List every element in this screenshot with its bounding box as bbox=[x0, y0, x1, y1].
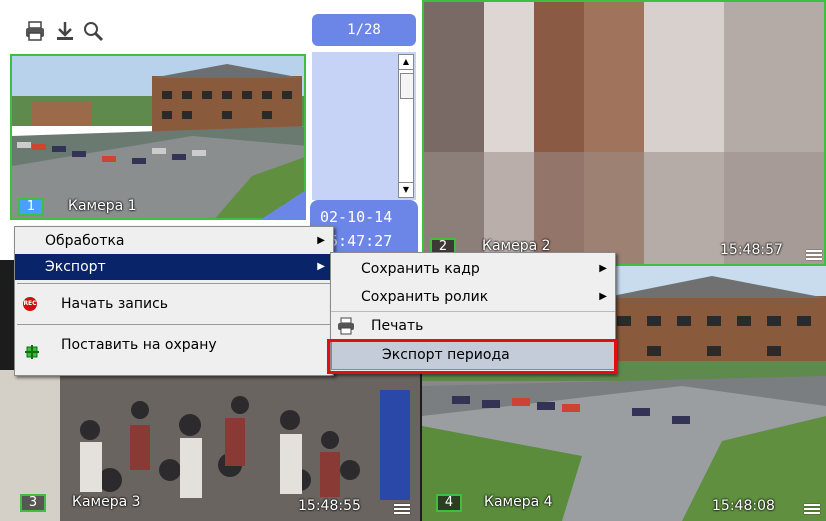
search-icon[interactable] bbox=[82, 20, 104, 42]
camera-1-cell[interactable]: 1 Камера 1 bbox=[0, 0, 310, 260]
camera-4-menu-icon[interactable] bbox=[804, 502, 820, 516]
camera-2-cell[interactable]: 2 Камера 2 15:48:57 bbox=[422, 0, 826, 266]
camera-4-name: Камера 4 bbox=[484, 494, 553, 510]
download-icon[interactable] bbox=[54, 20, 76, 42]
menu-item-print[interactable]: Печать bbox=[331, 311, 615, 340]
menu-item-export-label: Экспорт bbox=[45, 259, 106, 275]
camera-3-menu-icon[interactable] bbox=[394, 502, 410, 516]
menu-item-export[interactable]: Экспорт ▶ bbox=[15, 254, 333, 280]
submenu-arrow-icon: ▶ bbox=[599, 263, 607, 274]
submenu-arrow-icon: ▶ bbox=[317, 235, 325, 246]
timeline-panel: 1/28 ▲ ▼ 02-10-14 15:47:27 bbox=[310, 0, 422, 260]
camera-3-number: 3 bbox=[20, 494, 46, 512]
camera-3-name: Камера 3 bbox=[72, 494, 141, 510]
menu-item-arm-label: Поставить на охрану bbox=[61, 337, 217, 353]
timeline-track[interactable]: ▲ ▼ bbox=[312, 52, 416, 200]
camera-3-cell[interactable]: 3 Камера 3 15:48:55 bbox=[0, 370, 420, 521]
print-icon bbox=[337, 317, 355, 335]
menu-item-print-label: Печать bbox=[371, 318, 424, 334]
context-menu: Обработка ▶ Экспорт ▶ REC Начать запись … bbox=[14, 226, 334, 376]
camera-1-number: 1 bbox=[18, 198, 44, 216]
menu-item-export-period[interactable]: Экспорт периода bbox=[331, 340, 615, 370]
export-submenu: Сохранить кадр ▶ Сохранить ролик ▶ Печат… bbox=[330, 252, 616, 374]
menu-item-save-frame[interactable]: Сохранить кадр ▶ bbox=[331, 255, 615, 283]
menu-item-save-frame-label: Сохранить кадр bbox=[361, 261, 480, 277]
menu-item-processing[interactable]: Обработка ▶ bbox=[15, 228, 333, 254]
menu-item-export-period-label: Экспорт периода bbox=[382, 347, 510, 363]
camera-4-time: 15:48:08 bbox=[712, 498, 775, 514]
arm-icon bbox=[25, 338, 39, 359]
menu-item-arm[interactable]: Поставить на охрану bbox=[15, 328, 333, 362]
date-label: 02-10-14 bbox=[320, 208, 393, 226]
camera-1-name: Камера 1 bbox=[68, 198, 137, 214]
menu-item-processing-label: Обработка bbox=[45, 233, 125, 249]
menu-item-save-clip-label: Сохранить ролик bbox=[361, 289, 489, 305]
record-icon: REC bbox=[23, 297, 37, 311]
camera-2-menu-icon[interactable] bbox=[806, 248, 822, 262]
camera-1-corner bbox=[260, 190, 306, 220]
print-icon[interactable] bbox=[24, 20, 46, 42]
menu-item-start-recording[interactable]: REC Начать запись bbox=[15, 287, 333, 321]
scrollbar[interactable]: ▲ ▼ bbox=[398, 54, 414, 198]
menu-separator bbox=[17, 324, 331, 325]
camera-4-number: 4 bbox=[436, 494, 462, 512]
camera-3-time: 15:48:55 bbox=[298, 498, 361, 514]
menu-separator bbox=[17, 283, 331, 284]
camera-2-time: 15:48:57 bbox=[720, 242, 783, 258]
menu-item-start-recording-label: Начать запись bbox=[61, 296, 169, 312]
submenu-arrow-icon: ▶ bbox=[317, 261, 325, 272]
submenu-arrow-icon: ▶ bbox=[599, 291, 607, 302]
page-counter[interactable]: 1/28 bbox=[312, 14, 416, 46]
menu-item-save-clip[interactable]: Сохранить ролик ▶ bbox=[331, 283, 615, 311]
scroll-up-arrow[interactable]: ▲ bbox=[399, 55, 413, 70]
scroll-down-arrow[interactable]: ▼ bbox=[399, 182, 413, 197]
scroll-thumb[interactable] bbox=[400, 73, 414, 99]
